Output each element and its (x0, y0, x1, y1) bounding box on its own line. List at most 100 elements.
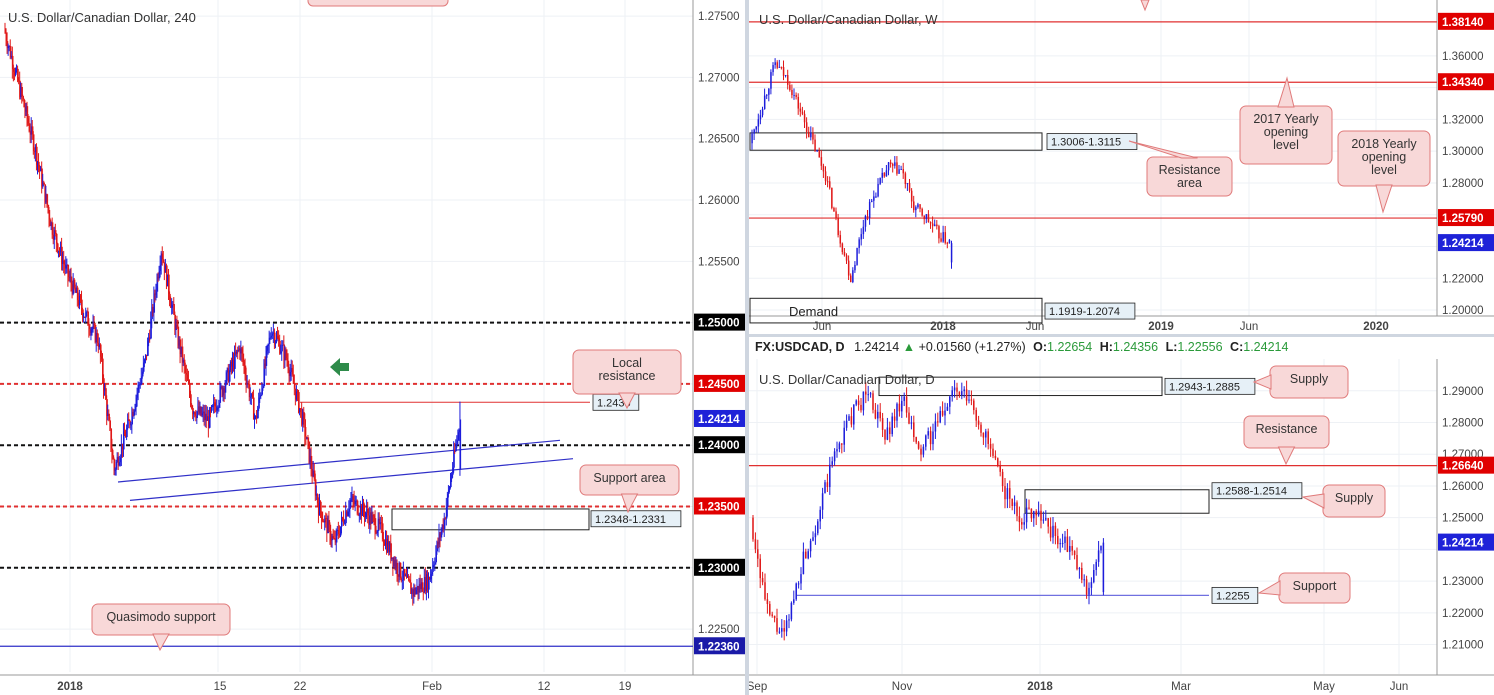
weekly-candle (768, 88, 770, 95)
daily-candle (757, 549, 759, 559)
h4-candle (281, 344, 283, 352)
weekly-candle (938, 226, 940, 239)
daily-candle (961, 391, 963, 396)
weekly-candle (894, 162, 896, 166)
h4-chart[interactable]: 1.27500 1.27000 1.26500 1.26000 1.25500 1.250… (0, 0, 745, 695)
daily-candle (1059, 543, 1061, 545)
weekly-callout-resistance-area-text: Resistance (1159, 163, 1221, 177)
h4-candle (293, 383, 296, 389)
daily-callout-support-text: Support (1293, 579, 1337, 593)
h4-chart-title: U.S. Dollar/Canadian Dollar, 240 (8, 10, 196, 25)
weekly-x-tick-label: 2020 (1363, 321, 1389, 333)
h4-candle (399, 562, 402, 579)
h4-callout-cut-top (307, 0, 449, 7)
weekly-candle (919, 204, 921, 209)
weekly-y-level-label: 1.38140 (1442, 17, 1484, 29)
daily-candle (999, 465, 1001, 472)
weekly-callout-2018-text: level (1371, 163, 1397, 177)
daily-candle (1049, 526, 1052, 538)
weekly-callout-2017-text: opening (1264, 125, 1309, 139)
h4-callout-support-area-pointer (620, 493, 639, 514)
daily-candle (819, 509, 821, 522)
weekly-y-level-label: 1.25790 (1442, 213, 1484, 225)
daily-candle (1073, 550, 1076, 555)
daily-candle (1100, 545, 1102, 551)
h4-chart-panel[interactable]: 1.27500 1.27000 1.26500 1.26000 1.25500 1.250… (0, 0, 745, 695)
daily-candle (1045, 518, 1047, 520)
weekly-candle (898, 169, 900, 174)
daily-candle (980, 424, 982, 433)
weekly-callout-2018: 2018 Yearlyopeninglevel (1337, 130, 1431, 214)
daily-chart[interactable]: 1.2943-1.2885 1.2588-1.2514 1.2255 1.29000 1… (749, 337, 1494, 695)
weekly-candle (944, 232, 947, 243)
daily-candle (992, 448, 994, 456)
daily-candle (783, 628, 785, 632)
daily-candle (975, 410, 977, 421)
daily-x-tick-label: 2018 (1027, 681, 1053, 693)
h4-candle (162, 259, 165, 263)
daily-candle (939, 410, 941, 423)
weekly-candle (934, 224, 936, 227)
weekly-candle (843, 252, 846, 256)
daily-candle (773, 615, 776, 619)
weekly-chart[interactable]: 1.3006-1.3115 1.1919-1.2074 Demand 1.38140 1… (749, 0, 1494, 334)
weekly-candle (816, 150, 818, 152)
high-value: 1.24356 (1112, 340, 1159, 354)
daily-candle (862, 391, 865, 411)
weekly-candle (847, 260, 850, 276)
weekly-candle (803, 113, 806, 123)
daily-candle (977, 420, 980, 425)
daily-candle (1097, 550, 1100, 562)
daily-candle (1102, 542, 1105, 593)
weekly-candle (879, 177, 881, 184)
weekly-candle (868, 201, 871, 218)
daily-chart-title: U.S. Dollar/Canadian Dollar, D (759, 372, 935, 387)
h4-y-level-label: 1.24500 (698, 379, 740, 391)
weekly-candle (852, 270, 854, 283)
weekly-candle (946, 242, 949, 244)
daily-callout-supply-lower-pointer (1301, 493, 1325, 509)
daily-candle (1095, 561, 1097, 571)
weekly-y-level-label: 1.34340 (1442, 77, 1484, 89)
weekly-candle (885, 170, 888, 177)
daily-candle (869, 393, 872, 395)
h4-callout-quasimodo: Quasimodo support (91, 603, 231, 652)
weekly-candle (866, 215, 869, 218)
h4-trendline-upper (117, 439, 561, 483)
daily-candle (953, 387, 956, 391)
daily-callout-supply-upper-text: Supply (1290, 372, 1329, 386)
daily-candle (884, 429, 886, 440)
daily-candle (841, 443, 843, 445)
high-label: H: (1099, 340, 1113, 354)
daily-candle (764, 582, 766, 600)
daily-candle (901, 400, 903, 412)
weekly-candle (759, 115, 762, 120)
daily-candle (857, 400, 860, 405)
daily-candle (1011, 498, 1013, 507)
weekly-candle (763, 95, 766, 110)
weekly-x-tick-label: 2018 (930, 321, 956, 333)
weekly-candle (751, 133, 753, 144)
weekly-candle (829, 181, 831, 188)
weekly-candle (875, 196, 877, 198)
h4-y-level-label: 1.22360 (698, 641, 740, 653)
daily-support-level-label: 1.2255 (1216, 590, 1250, 602)
daily-candle (1081, 568, 1083, 580)
daily-candle (1001, 471, 1004, 487)
weekly-candle (860, 234, 863, 240)
daily-candle (829, 464, 831, 488)
daily-candle (826, 482, 829, 488)
daily-candle (754, 539, 757, 550)
h4-callout-support-area: Support area (579, 464, 680, 514)
daily-chart-panel[interactable]: 1.2943-1.2885 1.2588-1.2514 1.2255 1.29000 1… (749, 337, 1494, 695)
daily-candle (850, 416, 853, 425)
weekly-chart-panel[interactable]: 1.3006-1.3115 1.1919-1.2074 Demand 1.38140 1… (749, 0, 1494, 334)
weekly-candle (831, 187, 833, 209)
h4-callout-quasimodo-text: Quasimodo support (106, 610, 216, 624)
daily-candle (824, 482, 826, 494)
weekly-candle (814, 139, 816, 152)
weekly-candle (950, 243, 953, 263)
daily-callout-supply-lower: Supply (1301, 484, 1386, 518)
weekly-candle (812, 133, 814, 140)
weekly-chart-title: U.S. Dollar/Canadian Dollar, W (759, 12, 938, 27)
